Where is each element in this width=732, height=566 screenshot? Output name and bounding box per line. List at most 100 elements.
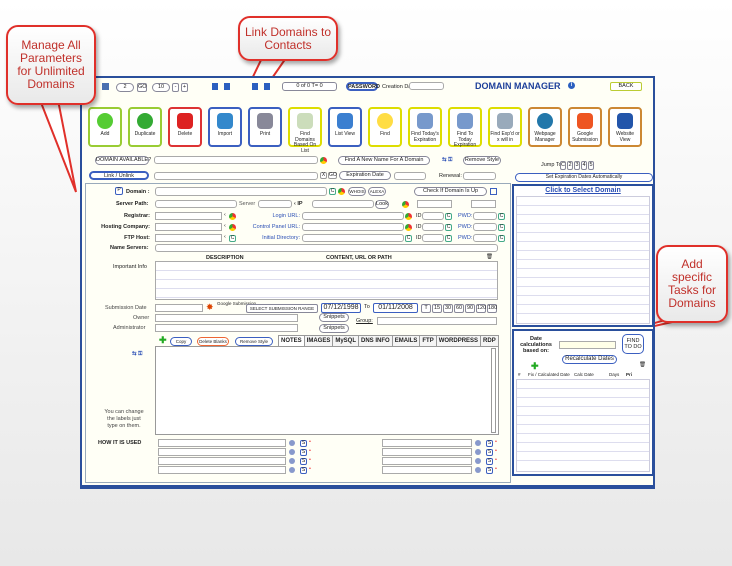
- remove-dot-icon[interactable]: •: [309, 466, 311, 472]
- contact-icon[interactable]: [289, 467, 295, 473]
- creation-date-field[interactable]: [409, 82, 444, 90]
- toolbar-button-12[interactable]: Google Submission: [568, 107, 602, 147]
- chrome-icon[interactable]: [229, 213, 236, 220]
- group-select[interactable]: [377, 317, 497, 325]
- linked-contact-field[interactable]: [154, 172, 318, 180]
- s-button[interactable]: S: [486, 440, 493, 447]
- minus-button[interactable]: -: [172, 83, 179, 92]
- todo-list[interactable]: [516, 379, 650, 472]
- p-button[interactable]: P: [115, 187, 123, 195]
- range-button[interactable]: 120: [476, 304, 486, 313]
- toolbar-button-8[interactable]: Find Today's Expiration: [408, 107, 442, 147]
- expiration-date-field[interactable]: [394, 172, 426, 180]
- toolbar-button-1[interactable]: Duplicate: [128, 107, 162, 147]
- ip-field[interactable]: [312, 200, 374, 208]
- how-used-select[interactable]: [382, 457, 472, 465]
- range-button[interactable]: 15: [432, 304, 442, 313]
- check-domain-up-button[interactable]: Check If Domain Is Up: [414, 187, 487, 196]
- select-submission-range-button[interactable]: SELECT SUBMISSION RANGE: [246, 304, 318, 313]
- link-unlink-button[interactable]: Link / Unlink: [89, 171, 149, 180]
- chrome-icon[interactable]: [402, 201, 409, 208]
- control_panel_url-field[interactable]: [302, 223, 404, 231]
- contact-icon[interactable]: [475, 458, 481, 464]
- s-button[interactable]: S: [300, 467, 307, 474]
- count-field[interactable]: 10: [152, 83, 170, 92]
- contact-icon[interactable]: [289, 449, 295, 455]
- delete-blanks-button[interactable]: Delete Blanks: [197, 337, 229, 346]
- s-button[interactable]: S: [300, 458, 307, 465]
- registrar-select[interactable]: [155, 212, 222, 220]
- how-used-select[interactable]: [382, 439, 472, 447]
- how-used-select[interactable]: [158, 466, 286, 474]
- important-info-table[interactable]: [155, 261, 498, 300]
- trash-icon[interactable]: 🗑: [486, 254, 493, 260]
- domain-list[interactable]: [516, 196, 650, 324]
- jump-button[interactable]: 4: [581, 161, 587, 170]
- back-button[interactable]: BACK: [610, 82, 642, 91]
- range-from-field[interactable]: 07/12/1998: [321, 303, 361, 313]
- jump-button[interactable]: 2: [567, 161, 573, 170]
- info-icon[interactable]: i: [568, 82, 575, 89]
- toolbar-button-13[interactable]: Website View: [608, 107, 642, 147]
- domain-field[interactable]: [155, 187, 327, 196]
- chrome-icon[interactable]: [320, 157, 327, 164]
- domain-available-field[interactable]: [154, 156, 318, 164]
- chrome-icon[interactable]: [405, 213, 412, 220]
- how-used-select[interactable]: [382, 448, 472, 456]
- admin-snippets-button[interactable]: Snippets: [319, 324, 349, 333]
- toolbar-button-0[interactable]: Add: [88, 107, 122, 147]
- copy-pwd-button[interactable]: C: [498, 224, 505, 231]
- range-button[interactable]: 30: [443, 304, 453, 313]
- range-button[interactable]: 60: [454, 304, 464, 313]
- go-link-button[interactable]: GO: [328, 172, 337, 179]
- hosting-select[interactable]: [155, 223, 222, 231]
- name-servers-field[interactable]: [155, 244, 498, 252]
- toolbar-button-3[interactable]: Import: [208, 107, 242, 147]
- submission-date-field[interactable]: [155, 304, 203, 312]
- contact-icon[interactable]: [475, 449, 481, 455]
- how-used-select[interactable]: [382, 466, 472, 474]
- jump-button[interactable]: 3: [574, 161, 580, 170]
- how-used-select[interactable]: [158, 439, 286, 447]
- server-path-field[interactable]: [155, 200, 237, 208]
- owner-select[interactable]: [155, 314, 298, 322]
- pwd-field[interactable]: [473, 234, 497, 242]
- chrome-icon[interactable]: [229, 224, 236, 231]
- save-icon[interactable]: [102, 83, 109, 90]
- copy-button[interactable]: C: [229, 235, 236, 242]
- prev-record-icon[interactable]: [224, 83, 230, 90]
- renewal-field[interactable]: [463, 172, 496, 180]
- copy-id-button[interactable]: C: [445, 213, 452, 220]
- remove-dot-icon[interactable]: •: [309, 448, 311, 454]
- s-button[interactable]: S: [486, 467, 493, 474]
- add-note-icon[interactable]: ✚: [159, 335, 167, 346]
- last-record-icon[interactable]: [264, 83, 270, 90]
- remove-style-button[interactable]: Remove Style: [463, 156, 501, 165]
- expiration-date-button[interactable]: Expiration Date: [339, 171, 391, 180]
- copy-pwd-button[interactable]: C: [498, 213, 505, 220]
- toolbar-button-7[interactable]: Find: [368, 107, 402, 147]
- s-button[interactable]: S: [486, 458, 493, 465]
- page-field[interactable]: 2: [116, 83, 134, 92]
- ip-extra-field[interactable]: [471, 200, 496, 208]
- ip-lookup-field[interactable]: [417, 200, 452, 208]
- ftp_host-select[interactable]: [155, 234, 222, 242]
- how-used-select[interactable]: [158, 457, 286, 465]
- google-sparkle-icon[interactable]: ✸: [206, 302, 214, 313]
- add-task-icon[interactable]: ✚: [531, 361, 539, 372]
- contact-icon[interactable]: [475, 467, 481, 473]
- toolbar-button-6[interactable]: List View: [328, 107, 362, 147]
- domain-available-button[interactable]: DOMAIN AVAILABLE?: [95, 156, 151, 165]
- id-field[interactable]: [422, 223, 444, 231]
- remove-style-notes-button[interactable]: Remove Style: [235, 337, 273, 346]
- chrome-icon[interactable]: [405, 224, 412, 231]
- remove-dot-icon[interactable]: •: [309, 439, 311, 445]
- copy-id-button[interactable]: C: [445, 235, 452, 242]
- remove-dot-icon[interactable]: •: [495, 466, 497, 472]
- copy-id-button[interactable]: C: [445, 224, 452, 231]
- range-button[interactable]: 180: [487, 304, 497, 313]
- clear-link-button[interactable]: X: [320, 172, 327, 179]
- check-up-checkbox[interactable]: [490, 188, 497, 195]
- look-button[interactable]: Look: [375, 200, 389, 209]
- s-button[interactable]: S: [486, 449, 493, 456]
